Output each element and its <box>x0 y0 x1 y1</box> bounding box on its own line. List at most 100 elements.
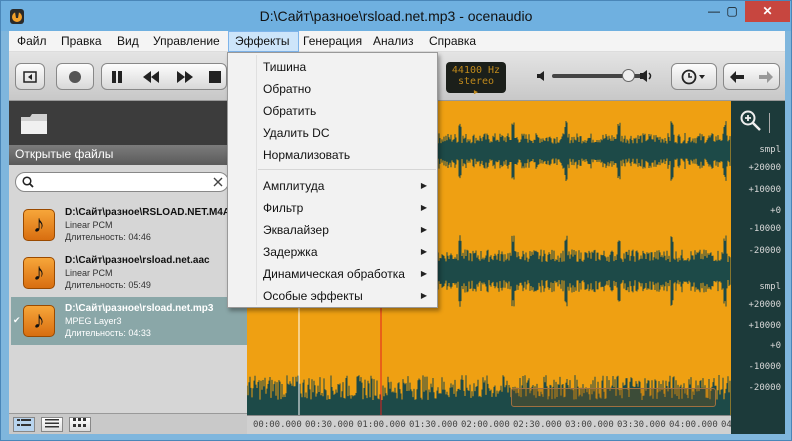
submenu-arrow-icon: ▶ <box>420 247 427 256</box>
search-icon <box>22 176 34 188</box>
menu-file[interactable]: Файл <box>17 34 47 48</box>
rewind-icon <box>143 70 159 83</box>
go-to-start-button[interactable] <box>15 63 45 90</box>
scale-tick: -10000 <box>748 362 781 372</box>
submenu-arrow-icon: ▶ <box>420 291 427 300</box>
effect-silence[interactable]: Тишина <box>228 56 437 78</box>
history-button[interactable] <box>671 63 717 90</box>
menu-item-label: Фильтр <box>263 201 304 215</box>
maximize-button[interactable]: ▢ <box>719 1 745 22</box>
menu-item-label: Задержка <box>263 245 318 259</box>
go-to-start-icon <box>23 70 37 83</box>
effect-normalize[interactable]: Нормализовать <box>228 144 437 166</box>
menu-item-label: Эквалайзер <box>263 223 329 237</box>
file-duration: Длительность: 04:46 <box>65 232 151 242</box>
effect-remove-dc[interactable]: Удалить DC <box>228 122 437 144</box>
forward-button[interactable] <box>752 63 780 90</box>
pause-icon <box>112 70 122 83</box>
clear-search-icon[interactable] <box>213 177 223 187</box>
timeline-label: 04:00.000 <box>669 420 718 430</box>
zoom-slider[interactable] <box>769 113 775 133</box>
app-window: D:\Сайт\разное\rsload.net.mp3 - ocenaudi… <box>0 0 792 441</box>
sample-rate-text: 44100 Hz <box>451 65 501 76</box>
music-note-icon: ♪ <box>23 209 55 241</box>
menu-item-label: Динамическая обработка <box>263 267 405 281</box>
timeline-ruler[interactable]: 00:00.000 00:30.000 01:00.000 01:30.000 … <box>247 415 748 434</box>
file-list-item[interactable]: ♪ D:\Сайт\разное\RSLOAD.NET.M4A Linear P… <box>11 201 247 249</box>
file-format: Linear PCM <box>65 220 113 230</box>
timeline-label: 00:30.000 <box>305 420 354 430</box>
submenu-arrow-icon: ▶ <box>420 181 427 190</box>
detail-list-icon <box>17 419 31 426</box>
submenu-arrow-icon: ▶ <box>420 203 427 212</box>
effect-delay[interactable]: Задержка ▶ <box>228 241 437 263</box>
effect-filter[interactable]: Фильтр ▶ <box>228 197 437 219</box>
view-list-button[interactable] <box>41 417 63 432</box>
effect-invert[interactable]: Обратить <box>228 100 437 122</box>
rewind-button[interactable] <box>135 63 167 90</box>
folder-icon[interactable] <box>19 111 49 137</box>
timeline-label: 03:30.000 <box>617 420 666 430</box>
submenu-arrow-icon: ▶ <box>420 225 427 234</box>
stop-button[interactable] <box>203 63 227 90</box>
menu-generate[interactable]: Генерация <box>303 34 362 48</box>
view-detail-button[interactable] <box>13 417 35 432</box>
grid-icon <box>73 418 86 427</box>
scale-tick: -20000 <box>748 246 781 256</box>
music-note-icon: ♪ <box>23 257 55 289</box>
record-icon <box>69 70 81 83</box>
files-panel-header <box>9 101 247 145</box>
effect-dynamics[interactable]: Динамическая обработка ▶ <box>228 263 437 285</box>
scale-tick: +0 <box>770 341 781 351</box>
file-name: D:\Сайт\разное\RSLOAD.NET.M4A <box>65 207 231 218</box>
zoom-in-icon[interactable] <box>739 109 763 133</box>
scale-tick: +20000 <box>748 163 781 173</box>
scale-tick: -10000 <box>748 224 781 234</box>
audio-format-display: 44100 Hz stereo ▶ <box>446 62 506 96</box>
menu-item-label: Особые эффекты <box>263 289 363 303</box>
view-grid-button[interactable] <box>69 417 91 432</box>
menu-control[interactable]: Управление <box>153 34 220 48</box>
file-duration: Длительность: 04:33 <box>65 328 151 338</box>
menu-analysis[interactable]: Анализ <box>373 34 414 48</box>
files-panel: Открытые файлы ♪ D:\Сайт\разное\RSLOAD.N… <box>9 101 247 434</box>
effect-amplitude[interactable]: Амплитуда ▶ <box>228 175 437 197</box>
scale-tick: +20000 <box>748 300 781 310</box>
effect-equalizer[interactable]: Эквалайзер ▶ <box>228 219 437 241</box>
back-button[interactable] <box>723 63 751 90</box>
menu-item-label: Обратно <box>263 82 312 96</box>
scale-tick: -20000 <box>748 383 781 393</box>
menu-item-label: Тишина <box>263 60 307 74</box>
volume-slider-handle[interactable] <box>622 69 635 82</box>
files-panel-footer <box>9 413 247 434</box>
effects-menu: Тишина Обратно Обратить Удалить DC Норма… <box>227 52 438 308</box>
scale-tick: +10000 <box>748 321 781 331</box>
file-search-input[interactable] <box>15 172 229 192</box>
menu-view[interactable]: Вид <box>117 34 139 48</box>
effect-special[interactable]: Особые эффекты ▶ <box>228 285 437 307</box>
menu-help[interactable]: Справка <box>429 34 476 48</box>
close-button[interactable]: ✕ <box>745 1 790 22</box>
fast-forward-button[interactable] <box>169 63 201 90</box>
pause-button[interactable] <box>101 63 133 90</box>
effect-reverse[interactable]: Обратно <box>228 78 437 100</box>
timeline-label: 01:30.000 <box>409 420 458 430</box>
volume-low-icon <box>537 71 544 81</box>
timeline-label: 02:30.000 <box>513 420 562 430</box>
record-button[interactable] <box>56 63 94 90</box>
timeline-label: 02:00.000 <box>461 420 510 430</box>
file-list-item-selected[interactable]: ✔ ♪ D:\Сайт\разное\rsload.net.mp3 MPEG L… <box>11 297 247 345</box>
menu-effects[interactable]: Эффекты <box>235 34 290 48</box>
scale-unit: smpl <box>759 145 781 155</box>
menu-edit[interactable]: Правка <box>61 34 102 48</box>
channels-text: stereo <box>457 76 495 87</box>
level-meter <box>511 388 716 407</box>
timeline-label: 03:00.000 <box>565 420 614 430</box>
volume-high-icon <box>640 70 652 82</box>
file-list-item[interactable]: ♪ D:\Сайт\разное\rsload.net.aac Linear P… <box>11 249 247 297</box>
clock-icon <box>681 69 705 84</box>
menu-item-label: Удалить DC <box>263 126 330 140</box>
music-note-icon: ♪ <box>23 305 55 337</box>
list-icon <box>45 419 59 428</box>
file-name: D:\Сайт\разное\rsload.net.mp3 <box>65 303 214 314</box>
